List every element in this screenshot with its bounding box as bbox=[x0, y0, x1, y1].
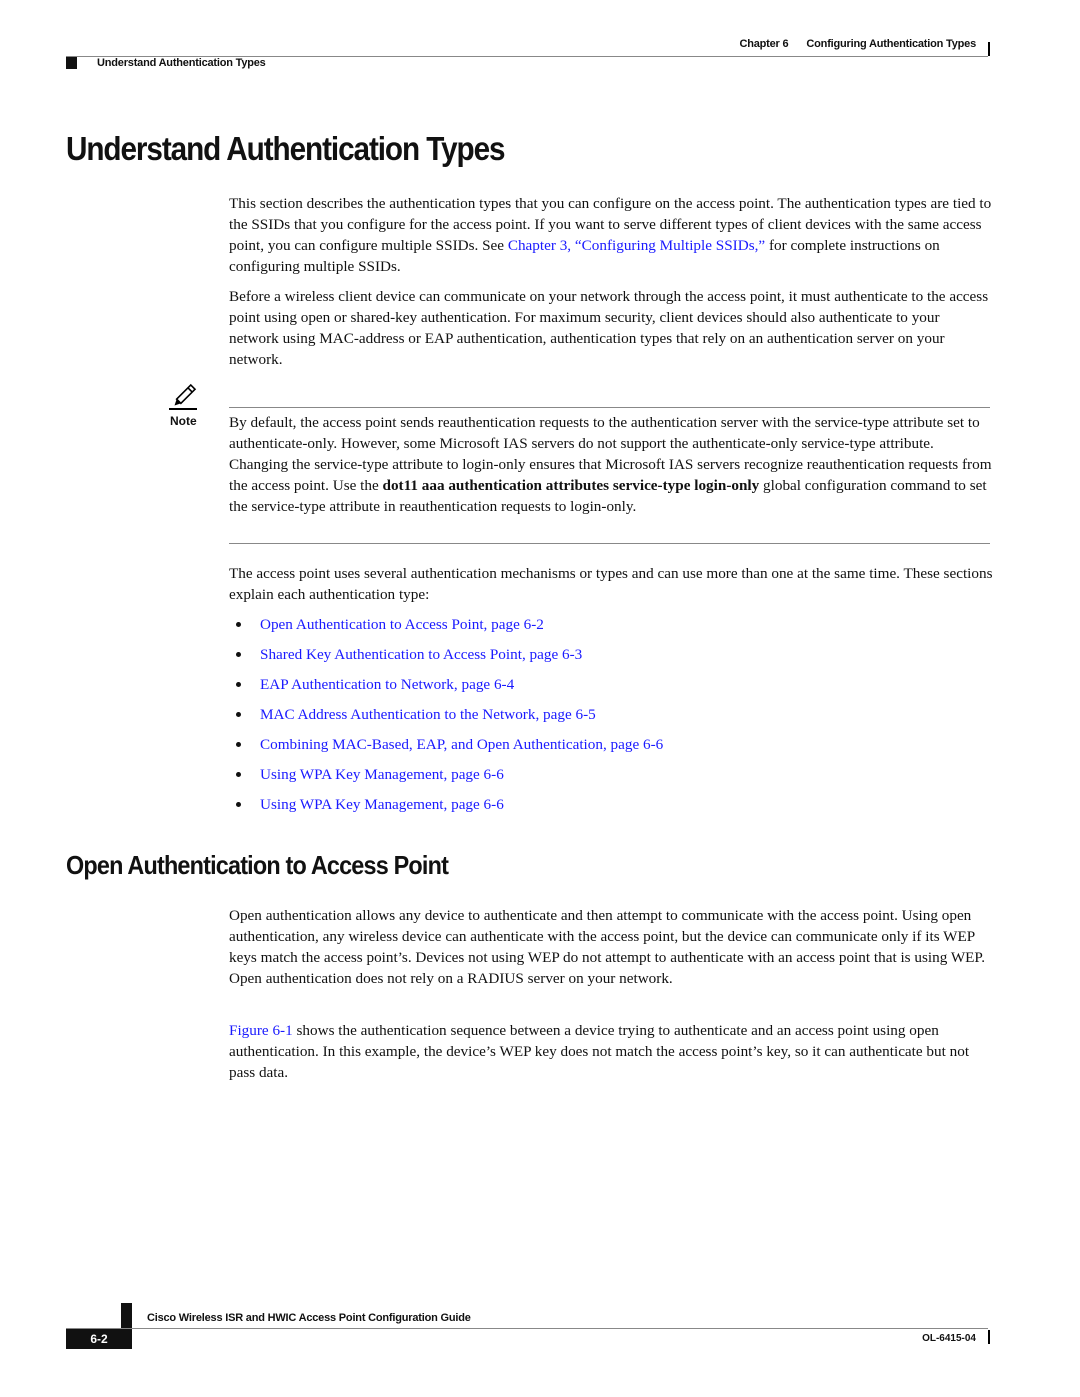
section-link[interactable]: Open Authentication to Access Point, pag… bbox=[260, 616, 544, 633]
note-text: By default, the access point sends reaut… bbox=[229, 414, 992, 515]
chapter-title: Configuring Authentication Types bbox=[806, 38, 976, 50]
section-link[interactable]: MAC Address Authentication to the Networ… bbox=[260, 706, 596, 723]
header-bar-marker bbox=[988, 42, 990, 56]
list-item: Shared Key Authentication to Access Poin… bbox=[229, 644, 663, 674]
bullet-icon bbox=[236, 772, 241, 777]
section-link[interactable]: Using WPA Key Management, page 6-6 bbox=[260, 766, 504, 783]
page-number: 6-2 bbox=[66, 1329, 132, 1349]
section-link[interactable]: EAP Authentication to Network, page 6-4 bbox=[260, 676, 514, 693]
page-title: Understand Authentication Types bbox=[66, 130, 506, 167]
note-rule-top bbox=[229, 407, 990, 408]
section-link[interactable]: Combining MAC-Based, EAP, and Open Authe… bbox=[260, 736, 663, 753]
bullet-icon bbox=[236, 742, 241, 747]
bullet-icon bbox=[236, 802, 241, 807]
note-label: Note bbox=[170, 414, 197, 428]
bullet-icon bbox=[236, 712, 241, 717]
list-item: Using WPA Key Management, page 6-6 bbox=[229, 794, 663, 824]
note-icon-rule bbox=[169, 408, 197, 410]
running-header-chapter: Chapter 6 Configuring Authentication Type… bbox=[739, 38, 976, 50]
note-rule-bottom bbox=[229, 543, 990, 544]
intro-paragraph: This section describes the authenticatio… bbox=[229, 195, 992, 275]
running-header-section: Understand Authentication Types bbox=[97, 57, 266, 69]
bullet-icon bbox=[236, 622, 241, 627]
bullet-icon bbox=[236, 652, 241, 657]
section-heading: Open Authentication to Access Point bbox=[66, 850, 449, 880]
chapter-3-link[interactable]: Chapter 3, “Configuring Multiple SSIDs,” bbox=[508, 237, 765, 254]
header-square-marker bbox=[66, 57, 77, 69]
subsection-paragraph-1: Open authentication allows any device to… bbox=[229, 907, 985, 987]
list-item: Combining MAC-Based, EAP, and Open Authe… bbox=[229, 734, 663, 764]
section-link-list: Open Authentication to Access Point, pag… bbox=[229, 614, 663, 824]
footer-square-marker bbox=[121, 1303, 132, 1328]
footer-bar-marker bbox=[988, 1330, 990, 1344]
paragraph-3: The access point uses several authentica… bbox=[229, 565, 993, 603]
footer-rule bbox=[66, 1328, 988, 1329]
paragraph-2: Before a wireless client device can comm… bbox=[229, 288, 989, 368]
subsection-paragraph-2: Figure 6-1 shows the authentication sequ… bbox=[229, 1022, 970, 1081]
figure-link[interactable]: Figure 6-1 bbox=[229, 1022, 293, 1039]
list-item: Open Authentication to Access Point, pag… bbox=[229, 614, 663, 644]
list-item: Using WPA Key Management, page 6-6 bbox=[229, 764, 663, 794]
list-item: MAC Address Authentication to the Networ… bbox=[229, 704, 663, 734]
doc-number: OL-6415-04 bbox=[922, 1333, 976, 1344]
section-link[interactable]: Shared Key Authentication to Access Poin… bbox=[260, 646, 582, 663]
list-item: EAP Authentication to Network, page 6-4 bbox=[229, 674, 663, 704]
bullet-icon bbox=[236, 682, 241, 687]
section-link[interactable]: Using WPA Key Management, page 6-6 bbox=[260, 796, 504, 813]
footer-guide-title: Cisco Wireless ISR and HWIC Access Point… bbox=[147, 1312, 471, 1324]
chapter-label: Chapter 6 bbox=[739, 38, 789, 50]
note-command: dot11 aaa authentication attributes serv… bbox=[382, 477, 760, 494]
